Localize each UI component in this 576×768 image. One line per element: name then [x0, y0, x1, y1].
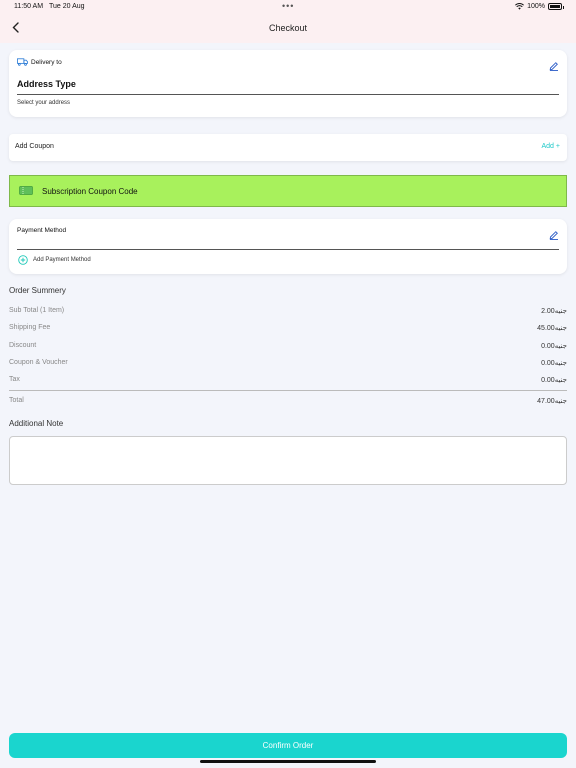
address-underline — [17, 94, 559, 95]
subscription-coupon-button[interactable]: Subscription Coupon Code — [9, 175, 567, 207]
coupon-label: Add Coupon — [15, 143, 54, 150]
edit-address-button[interactable] — [549, 58, 559, 71]
page-title: Checkout — [268, 23, 308, 33]
summary-label: Discount — [9, 342, 37, 349]
status-right: 100% — [515, 3, 564, 10]
confirm-order-button[interactable]: Confirm Order — [9, 733, 567, 758]
note-title: Additional Note — [9, 419, 64, 428]
home-indicator — [200, 760, 376, 763]
summary-row-discount: Discount 0.00جنيه — [9, 339, 567, 353]
plus-circle-icon — [18, 255, 28, 265]
summary-value: 45.00جنيه — [537, 325, 567, 332]
edit-payment-button[interactable] — [549, 227, 559, 240]
address-type[interactable]: Address Type — [17, 79, 76, 89]
status-date: Tue 20 Aug — [49, 3, 85, 10]
summary-label: Coupon & Voucher — [9, 359, 68, 366]
add-coupon-button[interactable]: Add + — [542, 143, 561, 150]
multitask-dots-icon[interactable]: ••• — [282, 1, 294, 11]
summary-value: 2.00جنيه — [541, 308, 567, 315]
summary-row-coupon: Coupon & Voucher 0.00جنيه — [9, 356, 567, 370]
payment-title: Payment Method — [17, 227, 67, 234]
summary-value: 0.00جنيه — [541, 377, 567, 384]
status-bar: 11:50 AM Tue 20 Aug ••• 100% — [0, 0, 576, 14]
address-hint: Select your address — [17, 100, 71, 106]
delivery-header: Delivery to — [17, 58, 62, 66]
summary-divider — [9, 390, 567, 391]
summary-row-total: Total 47.00جنيه — [9, 394, 567, 408]
battery-icon — [548, 3, 564, 10]
summary-label: Sub Total (1 Item) — [9, 307, 65, 314]
pencil-icon — [549, 231, 558, 240]
pencil-icon — [549, 62, 558, 71]
summary-title: Order Summery — [9, 286, 66, 295]
additional-note-input[interactable] — [9, 436, 567, 485]
payment-underline — [17, 249, 559, 250]
summary-label: Tax — [9, 376, 20, 383]
summary-value: 47.00جنيه — [537, 398, 567, 405]
payment-card[interactable]: Payment Method Add Payment Method — [9, 219, 567, 274]
subscription-coupon-label: Subscription Coupon Code — [42, 187, 138, 196]
summary-label: Shipping Fee — [9, 324, 51, 331]
truck-icon — [17, 58, 28, 66]
summary-row-subtotal: Sub Total (1 Item) 2.00جنيه — [9, 304, 567, 318]
add-payment-label: Add Payment Method — [33, 257, 91, 263]
add-payment-button[interactable]: Add Payment Method — [18, 255, 91, 265]
coupon-card[interactable]: Add Coupon Add + — [9, 134, 567, 161]
battery-percent: 100% — [527, 3, 545, 10]
summary-row-tax: Tax 0.00جنيه — [9, 373, 567, 387]
summary-row-shipping: Shipping Fee 45.00جنيه — [9, 321, 567, 335]
status-time: 11:50 AM — [14, 3, 44, 10]
summary-value: 0.00جنيه — [541, 360, 567, 367]
wifi-icon — [515, 3, 525, 10]
delivery-card[interactable]: Delivery to Address Type Select your add… — [9, 50, 567, 117]
summary-value: 0.00جنيه — [541, 343, 567, 350]
summary-label: Total — [9, 397, 24, 404]
ticket-icon — [19, 186, 33, 195]
delivery-label: Delivery to — [31, 58, 62, 66]
